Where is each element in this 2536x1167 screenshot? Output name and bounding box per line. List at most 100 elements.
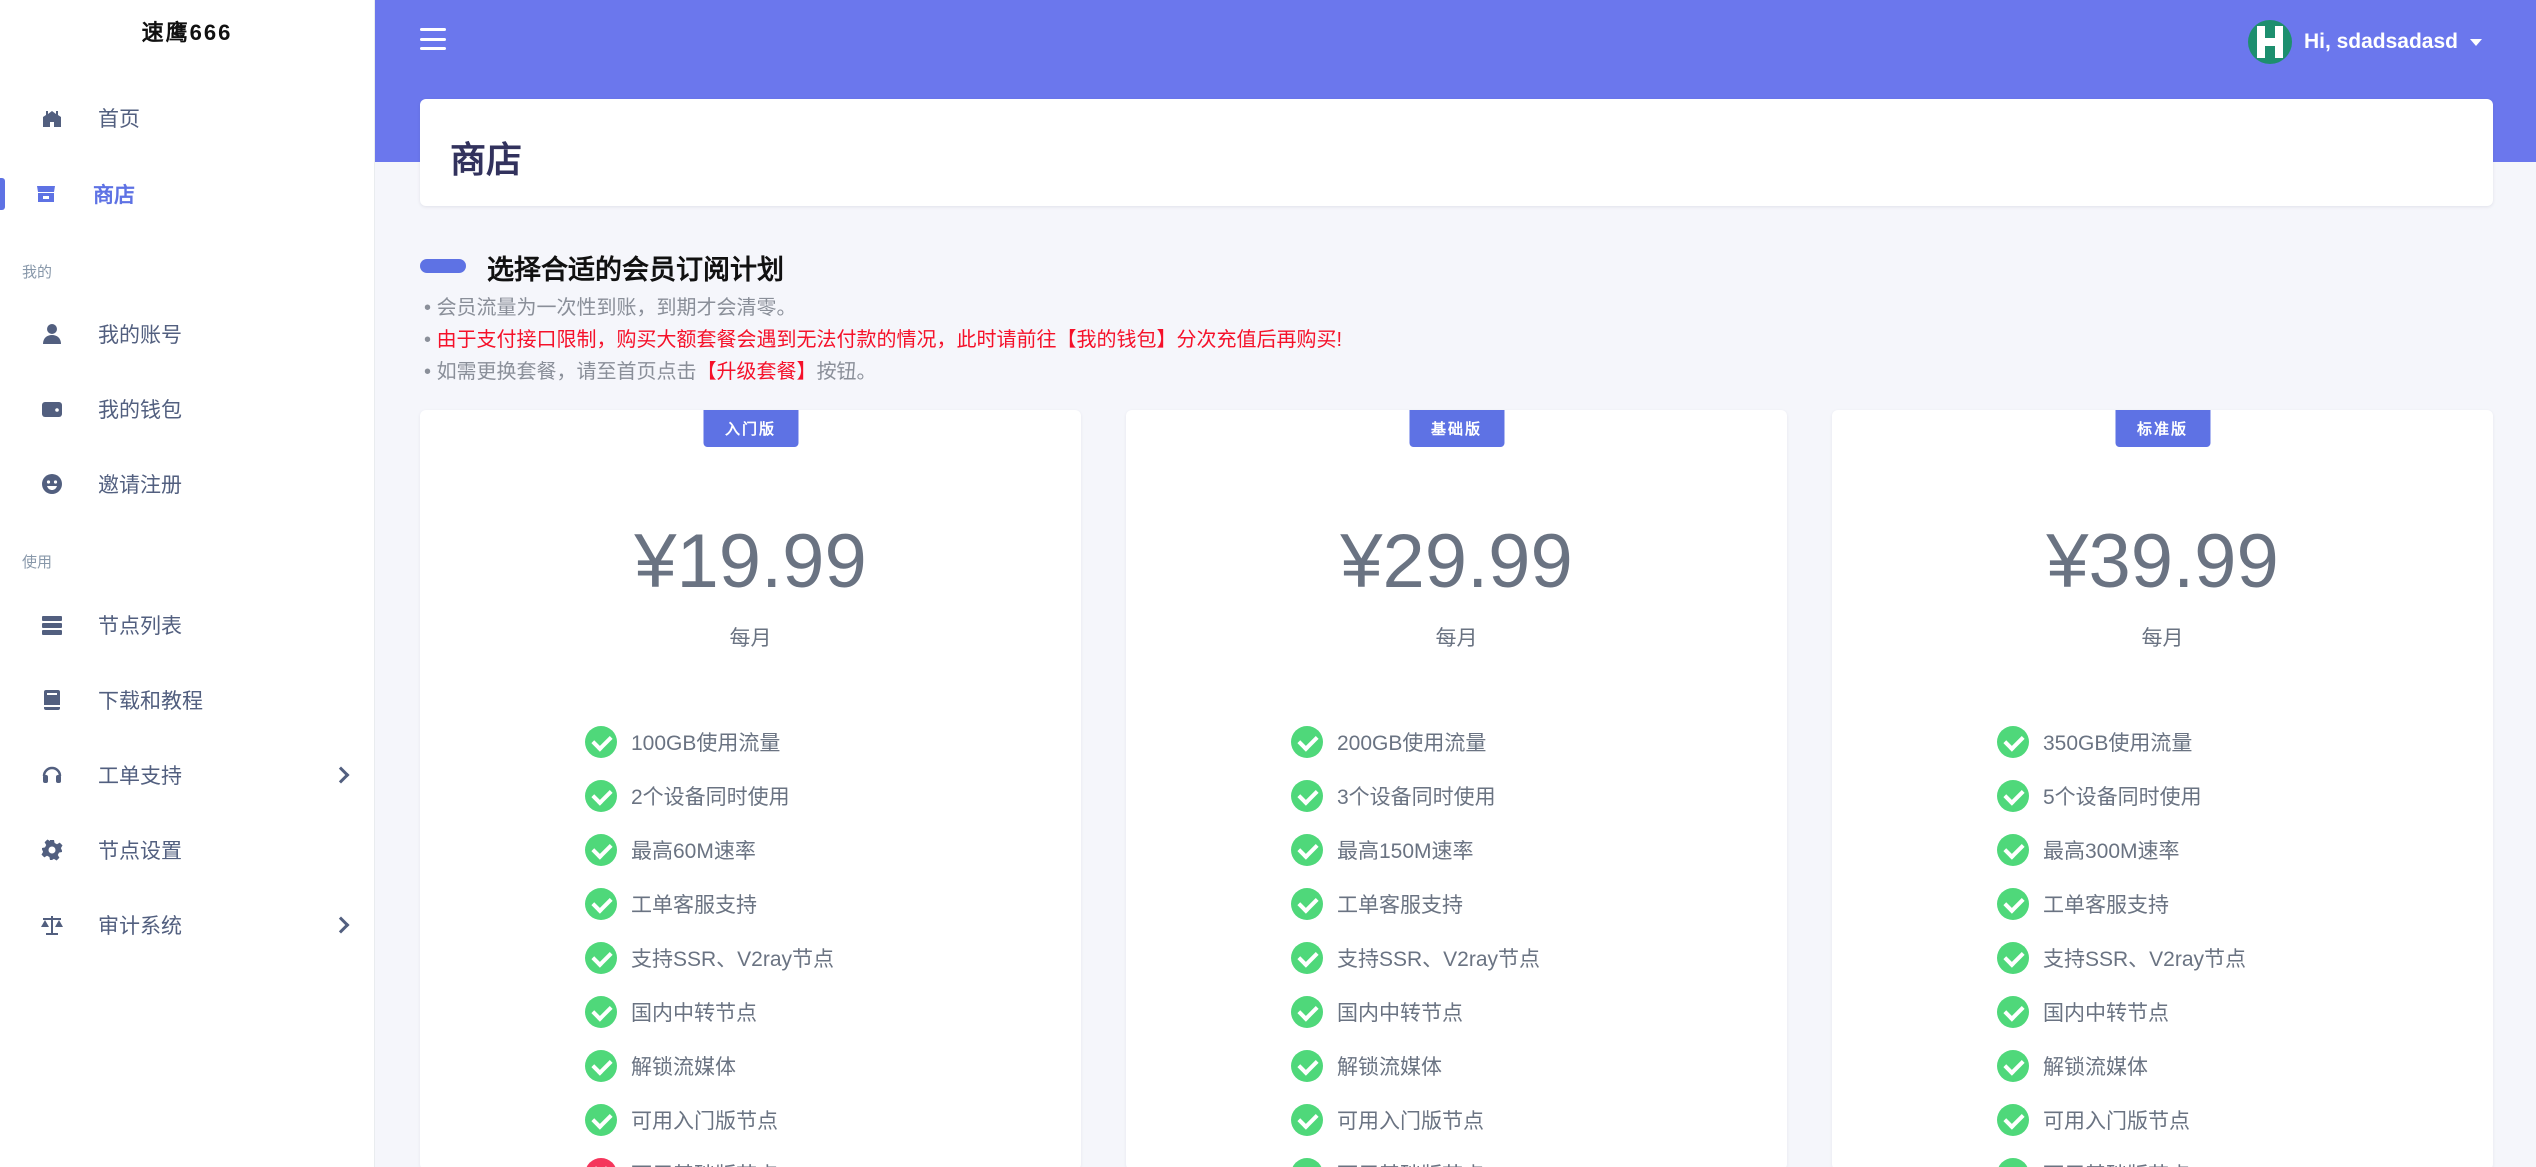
check-circle-icon bbox=[1291, 780, 1323, 812]
plan-card-starter[interactable]: 入门版 ¥19.99 每月 100GB使用流量 2个设备同时使用 最高60M速率 工单… bbox=[420, 410, 1081, 1167]
feature-text: 支持SSR、V2ray节点 bbox=[631, 948, 835, 971]
server-icon bbox=[40, 613, 64, 637]
feature-list: 100GB使用流量 2个设备同时使用最高60M速率 工单客服支持支持SSR、V2ra… bbox=[585, 715, 834, 1167]
chevron-right-icon bbox=[332, 766, 350, 784]
check-circle-icon bbox=[1997, 780, 2029, 812]
sidebar-item-audit[interactable]: 审计系统 bbox=[0, 901, 375, 949]
menu-toggle-icon[interactable] bbox=[420, 28, 446, 50]
wallet-icon bbox=[40, 397, 64, 421]
sidebar-item-account[interactable]: 我的账号 bbox=[0, 310, 375, 358]
feature-text: 可用入门版节点 bbox=[2043, 1110, 2190, 1133]
sidebar-item-downloads[interactable]: 下载和教程 bbox=[0, 676, 375, 724]
feature-item: 最高150M速率 bbox=[1291, 823, 1540, 877]
feature-item: 国内中转节点 bbox=[585, 985, 834, 1039]
sidebar-item-label: 商店 bbox=[93, 184, 135, 207]
feature-text: 可用基础版节点 bbox=[1337, 1159, 1484, 1167]
check-circle-icon bbox=[585, 780, 617, 812]
feature-text: 可用基础版节点 bbox=[2043, 1159, 2190, 1167]
section-header-use: 使用 bbox=[22, 554, 53, 571]
feature-list: 350GB使用流量 5个设备同时使用 最高300M速率 工单客服支持支持SSR、V2r… bbox=[1997, 715, 2246, 1167]
feature-text: 350GB使用流量 bbox=[2043, 732, 2193, 755]
check-circle-icon bbox=[1997, 834, 2029, 866]
note-item-warning: • 由于支付接口限制，购买大额套餐会遇到无法付款的情况，此时请前往【我的钱包】分… bbox=[424, 329, 1343, 351]
user-greeting: Hi, sdadsadasd bbox=[2303, 30, 2458, 53]
feature-text: 解锁流媒体 bbox=[1337, 1056, 1442, 1079]
cross-circle-icon bbox=[585, 1158, 617, 1167]
user-menu[interactable]: Hi, sdadsadasd bbox=[2247, 20, 2482, 64]
feature-item: 3个设备同时使用 bbox=[1291, 769, 1540, 823]
check-circle-icon bbox=[1291, 1158, 1323, 1167]
feature-item: 100GB使用流量 bbox=[585, 715, 834, 769]
check-circle-icon bbox=[585, 996, 617, 1028]
feature-text: 最高150M速率 bbox=[1337, 840, 1474, 863]
sidebar-item-label: 节点设置 bbox=[98, 840, 182, 863]
feature-item: 工单客服支持 bbox=[1997, 877, 2246, 931]
sidebar-item-label: 下载和教程 bbox=[98, 690, 203, 713]
sidebar-item-store[interactable]: 商店 bbox=[0, 170, 375, 218]
sidebar-item-tickets[interactable]: 工单支持 bbox=[0, 751, 375, 799]
check-circle-icon bbox=[1291, 996, 1323, 1028]
check-circle-icon bbox=[1291, 888, 1323, 920]
feature-text: 支持SSR、V2ray节点 bbox=[2043, 948, 2247, 971]
plan-notes: • 会员流量为一次性到账，到期才会清零。 • 由于支付接口限制，购买大额套餐会遇… bbox=[424, 292, 1342, 388]
check-circle-icon bbox=[1291, 834, 1323, 866]
sidebar: 速鹰666 首页 商店 我的 我的账号 我的钱包 邀请注册 使用 节点列表 下载… bbox=[0, 0, 375, 1167]
feature-text: 解锁流媒体 bbox=[631, 1056, 736, 1079]
feature-item: 2个设备同时使用 bbox=[585, 769, 834, 823]
plan-period: 每月 bbox=[1435, 627, 1478, 650]
feature-text: 工单客服支持 bbox=[631, 894, 757, 917]
section-header-mine: 我的 bbox=[22, 264, 53, 281]
plan-period: 每月 bbox=[729, 627, 772, 650]
store-icon bbox=[34, 182, 58, 206]
feature-list: 200GB使用流量 3个设备同时使用 最高150M速率 工单客服支持 支持SSR、V2r… bbox=[1291, 715, 1540, 1167]
scale-icon bbox=[40, 913, 64, 937]
plans-heading: 选择合适的会员订阅计划 bbox=[487, 255, 784, 285]
sidebar-item-label: 邀请注册 bbox=[98, 474, 182, 497]
plan-price: ¥19.99 bbox=[634, 519, 867, 604]
feature-text: 5个设备同时使用 bbox=[2043, 786, 2202, 809]
feature-item: 可用基础版节点 bbox=[1291, 1147, 1540, 1167]
sidebar-item-label: 我的钱包 bbox=[98, 399, 182, 422]
feature-text: 国内中转节点 bbox=[631, 1002, 757, 1025]
gear-icon bbox=[40, 838, 64, 862]
plan-card-standard[interactable]: 标准版 ¥39.99 每月 350GB使用流量 5个设备同时使用 最高300M速率工… bbox=[1832, 410, 2493, 1167]
feature-item: 可用入门版节点 bbox=[1291, 1093, 1540, 1147]
sidebar-item-invite[interactable]: 邀请注册 bbox=[0, 460, 375, 508]
check-circle-icon bbox=[1291, 1050, 1323, 1082]
feature-item: 最高60M速率 bbox=[585, 823, 834, 877]
feature-text: 解锁流媒体 bbox=[2043, 1056, 2148, 1079]
user-icon bbox=[40, 322, 64, 346]
feature-item: 支持SSR、V2ray节点 bbox=[585, 931, 834, 985]
headset-icon bbox=[40, 763, 64, 787]
check-circle-icon bbox=[1997, 1050, 2029, 1082]
sidebar-item-nodes[interactable]: 节点列表 bbox=[0, 601, 375, 649]
check-circle-icon bbox=[1291, 1104, 1323, 1136]
sidebar-item-home[interactable]: 首页 bbox=[0, 94, 375, 142]
sidebar-item-label: 我的账号 bbox=[98, 324, 182, 347]
feature-text: 支持SSR、V2ray节点 bbox=[1337, 948, 1541, 971]
feature-item: 可用入门版节点 bbox=[585, 1093, 834, 1147]
sidebar-item-node-settings[interactable]: 节点设置 bbox=[0, 826, 375, 874]
brand-logo[interactable]: 速鹰666 bbox=[0, 0, 374, 64]
sidebar-item-wallet[interactable]: 我的钱包 bbox=[0, 385, 375, 433]
feature-text: 可用入门版节点 bbox=[1337, 1110, 1484, 1133]
feature-item: 国内中转节点 bbox=[1997, 985, 2246, 1039]
check-circle-icon bbox=[585, 1050, 617, 1082]
feature-text: 工单客服支持 bbox=[2043, 894, 2169, 917]
feature-item: 工单客服支持 bbox=[1291, 877, 1540, 931]
feature-text: 最高60M速率 bbox=[631, 840, 756, 863]
book-icon bbox=[40, 688, 64, 712]
feature-text: 可用入门版节点 bbox=[631, 1110, 778, 1133]
feature-text: 最高300M速率 bbox=[2043, 840, 2180, 863]
sidebar-item-label: 首页 bbox=[98, 108, 140, 131]
plan-card-basic[interactable]: 基础版 ¥29.99 每月 200GB使用流量 3个设备同时使用 最高150M速率工… bbox=[1126, 410, 1787, 1167]
page-title: 商店 bbox=[450, 139, 523, 180]
feature-text: 3个设备同时使用 bbox=[1337, 786, 1496, 809]
smile-icon bbox=[40, 472, 64, 496]
plan-period: 每月 bbox=[2141, 627, 2184, 650]
plan-badge: 基础版 bbox=[1408, 410, 1505, 447]
note-item: • 如需更换套餐，请至首页点击【升级套餐】按钮。 bbox=[424, 361, 877, 383]
chevron-right-icon bbox=[332, 916, 350, 934]
feature-item: 国内中转节点 bbox=[1291, 985, 1540, 1039]
feature-item: 可用入门版节点 bbox=[1997, 1093, 2246, 1147]
